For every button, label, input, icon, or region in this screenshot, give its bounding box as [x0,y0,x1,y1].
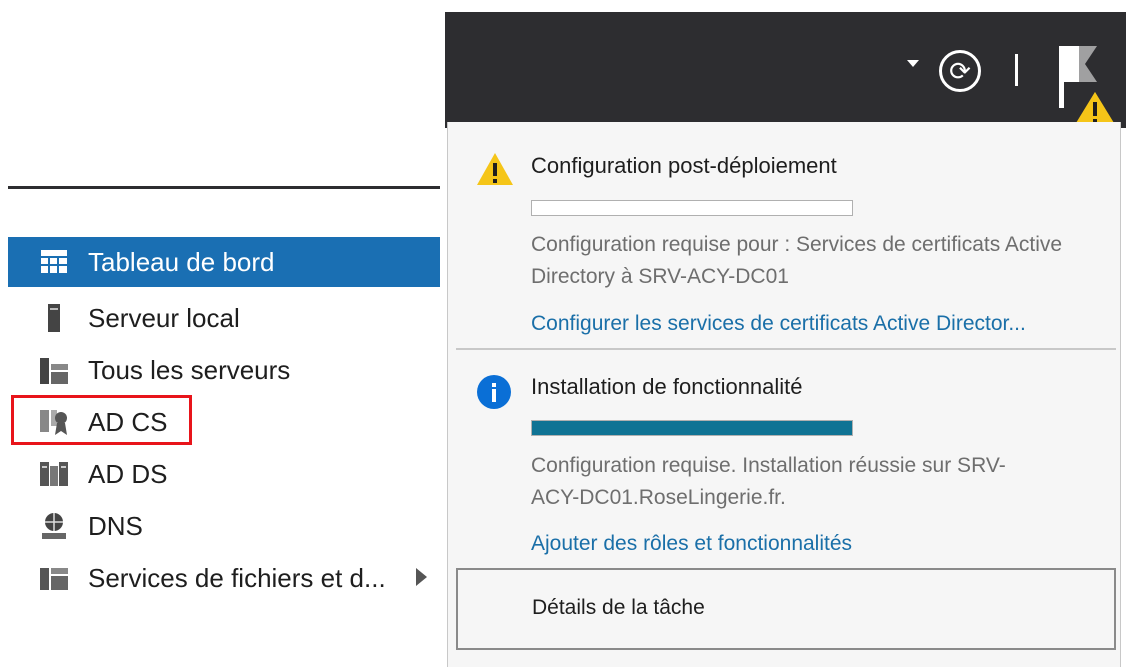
task-details-label: Détails de la tâche [532,596,705,619]
nav-item-local-server[interactable]: Serveur local [8,293,440,343]
nav-item-file-services[interactable]: Services de fichiers et d... [8,553,440,603]
nav-item-ad-ds[interactable]: AD DS [8,449,440,499]
nav-item-label: Services de fichiers et d... [88,562,386,593]
info-icon [477,375,511,409]
refresh-icon[interactable]: ⟳ [939,50,981,92]
flag-warning-icon [1059,46,1119,127]
nav-item-all-servers[interactable]: Tous les serveurs [8,345,440,395]
task-details-button[interactable]: Détails de la tâche [456,568,1116,650]
add-roles-link[interactable]: Ajouter des rôles et fonctionnalités [531,532,852,556]
server-icon [48,304,60,332]
directory-icon [40,462,68,486]
notifications-panel: Configuration post-déploiement Configura… [447,122,1121,667]
warning-icon [477,153,513,185]
notification-title: Configuration post-déploiement [531,153,837,178]
progress-bar [531,200,853,216]
nav-item-label: AD DS [88,458,168,489]
notification-description: Configuration requise. Installation réus… [531,454,1006,509]
nav-item-dns[interactable]: DNS [8,501,440,551]
certificate-icon [40,410,67,435]
dashboard-toolbar: ⟳ [445,12,1126,128]
nav-item-label: Tous les serveurs [88,354,291,385]
notification-title: Installation de fonctionnalité [531,374,803,399]
notifications-flag-button[interactable] [1057,46,1119,127]
nav-item-dashboard[interactable]: Tableau de bord [8,237,440,287]
server-manager-nav: Tableau de bord Serveur local Tous les s… [8,186,440,670]
chevron-down-icon[interactable] [907,60,919,67]
nav-item-label: DNS [88,510,143,541]
expand-arrow-icon[interactable] [416,568,427,586]
nav-item-ad-cs[interactable]: AD CS [8,397,440,447]
nav-item-label: Tableau de bord [88,246,275,277]
notification-divider [456,348,1116,350]
dashboard-icon [41,250,67,273]
toolbar-separator [1015,54,1018,86]
notification-description: Configuration requise pour : Services de… [531,233,1063,288]
progress-fill [532,421,852,435]
progress-bar [531,420,853,436]
dns-icon [42,513,66,539]
file-services-icon [40,568,68,590]
nav-item-label: AD CS [88,406,168,437]
configure-adcs-link[interactable]: Configurer les services de certificats A… [531,312,1026,336]
nav-item-label: Serveur local [88,302,240,333]
servers-icon [40,358,68,384]
